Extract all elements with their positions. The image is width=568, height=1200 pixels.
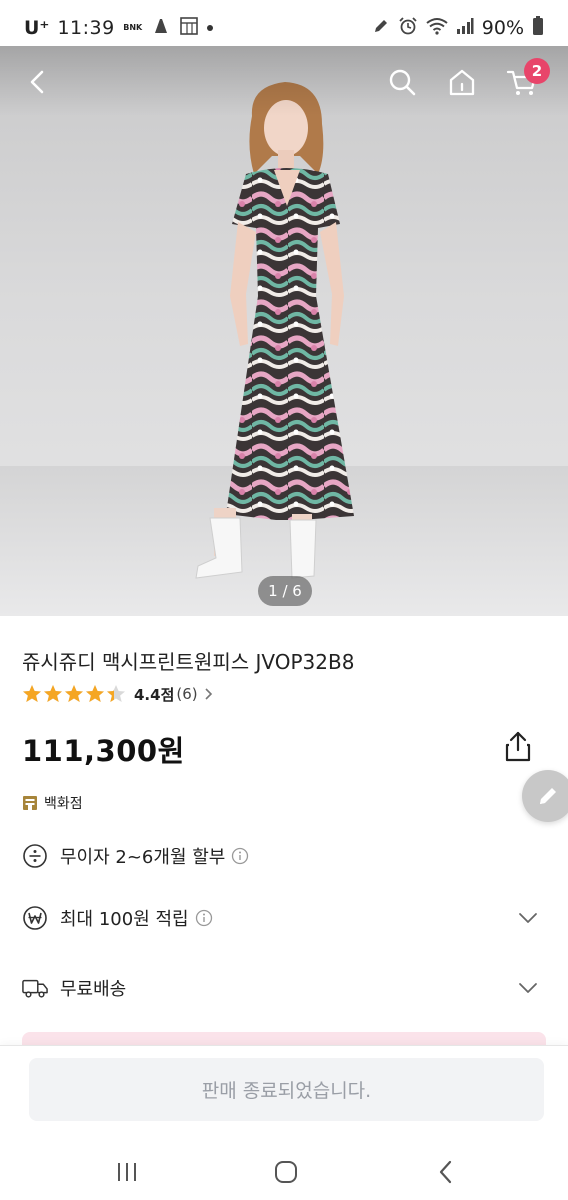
wifi-icon [426, 17, 448, 40]
calendar-icon [179, 16, 199, 41]
status-time: 11:39 [57, 17, 115, 39]
share-button[interactable] [500, 728, 536, 764]
store-type-row: 백화점 [22, 793, 83, 813]
home-button[interactable] [440, 60, 484, 104]
share-icon [505, 731, 531, 762]
recent-apps-button[interactable] [107, 1152, 147, 1192]
back-arrow-icon [439, 1160, 452, 1184]
star-icon [23, 685, 41, 702]
more-notifications-dot [206, 25, 213, 31]
product-price: 111,300원 [22, 734, 185, 768]
star-icon [65, 685, 83, 702]
image-page-indicator: 1 / 6 [258, 576, 312, 606]
star-icon [107, 685, 125, 702]
back-button[interactable] [16, 60, 60, 104]
chevron-right-icon [204, 687, 214, 701]
rating-row[interactable]: 4.4점 (6) [22, 683, 214, 705]
home-icon [449, 69, 475, 96]
department-store-icon [22, 795, 38, 811]
pen-icon [372, 17, 390, 40]
product-title: 쥬시쥬디 맥시프린트원피스 JVOP32B8 [22, 650, 355, 674]
installment-label: 무이자 2~6개월 할부 [60, 847, 226, 868]
search-button[interactable] [380, 60, 424, 104]
battery-percent: 90% [481, 17, 524, 39]
won-coin-icon [22, 905, 48, 931]
star-icon [44, 685, 62, 702]
cart-count-badge: 2 [524, 58, 550, 84]
cart-button[interactable]: 2 [500, 58, 550, 104]
installment-row: 무이자 2~6개월 할부 [22, 842, 542, 870]
delivery-row[interactable]: 무료배송 [22, 974, 542, 1002]
info-icon[interactable] [195, 909, 213, 927]
battery-icon [532, 15, 544, 41]
chevron-left-icon [30, 70, 44, 94]
rating-stars [22, 684, 126, 704]
divide-icon [22, 843, 48, 869]
system-back-button[interactable] [426, 1152, 466, 1192]
recent-apps-icon [118, 1163, 136, 1181]
review-count: (6) [176, 685, 198, 703]
chevron-down-icon[interactable] [518, 912, 542, 924]
delivery-label: 무료배송 [60, 979, 127, 1000]
notification-icon [151, 16, 171, 41]
bank-app-icon: BNK [123, 23, 143, 32]
promo-banner-edge [22, 1032, 546, 1046]
home-circle-icon [275, 1161, 297, 1183]
rating-score: 4.4점 [134, 685, 175, 704]
product-image-carousel[interactable]: 2 1 / 6 [0, 46, 568, 616]
chevron-down-icon[interactable] [518, 982, 542, 994]
carrier-label: U⁺ [24, 17, 50, 39]
search-icon [389, 69, 416, 96]
edit-floating-button[interactable] [522, 770, 568, 822]
info-icon[interactable] [231, 847, 249, 865]
product-photo [0, 82, 568, 616]
sold-out-button[interactable]: 판매 종료되었습니다. [29, 1058, 544, 1121]
signal-icon [456, 17, 474, 40]
truck-icon [22, 975, 48, 1001]
points-row[interactable]: 최대 100원 적립 [22, 904, 542, 932]
pencil-icon [540, 788, 556, 804]
system-nav-bar [0, 1140, 568, 1200]
store-type-label: 백화점 [44, 796, 83, 812]
star-icon [86, 685, 104, 702]
points-label: 최대 100원 적립 [60, 909, 189, 930]
alarm-icon [398, 16, 418, 41]
system-home-button[interactable] [266, 1152, 306, 1192]
